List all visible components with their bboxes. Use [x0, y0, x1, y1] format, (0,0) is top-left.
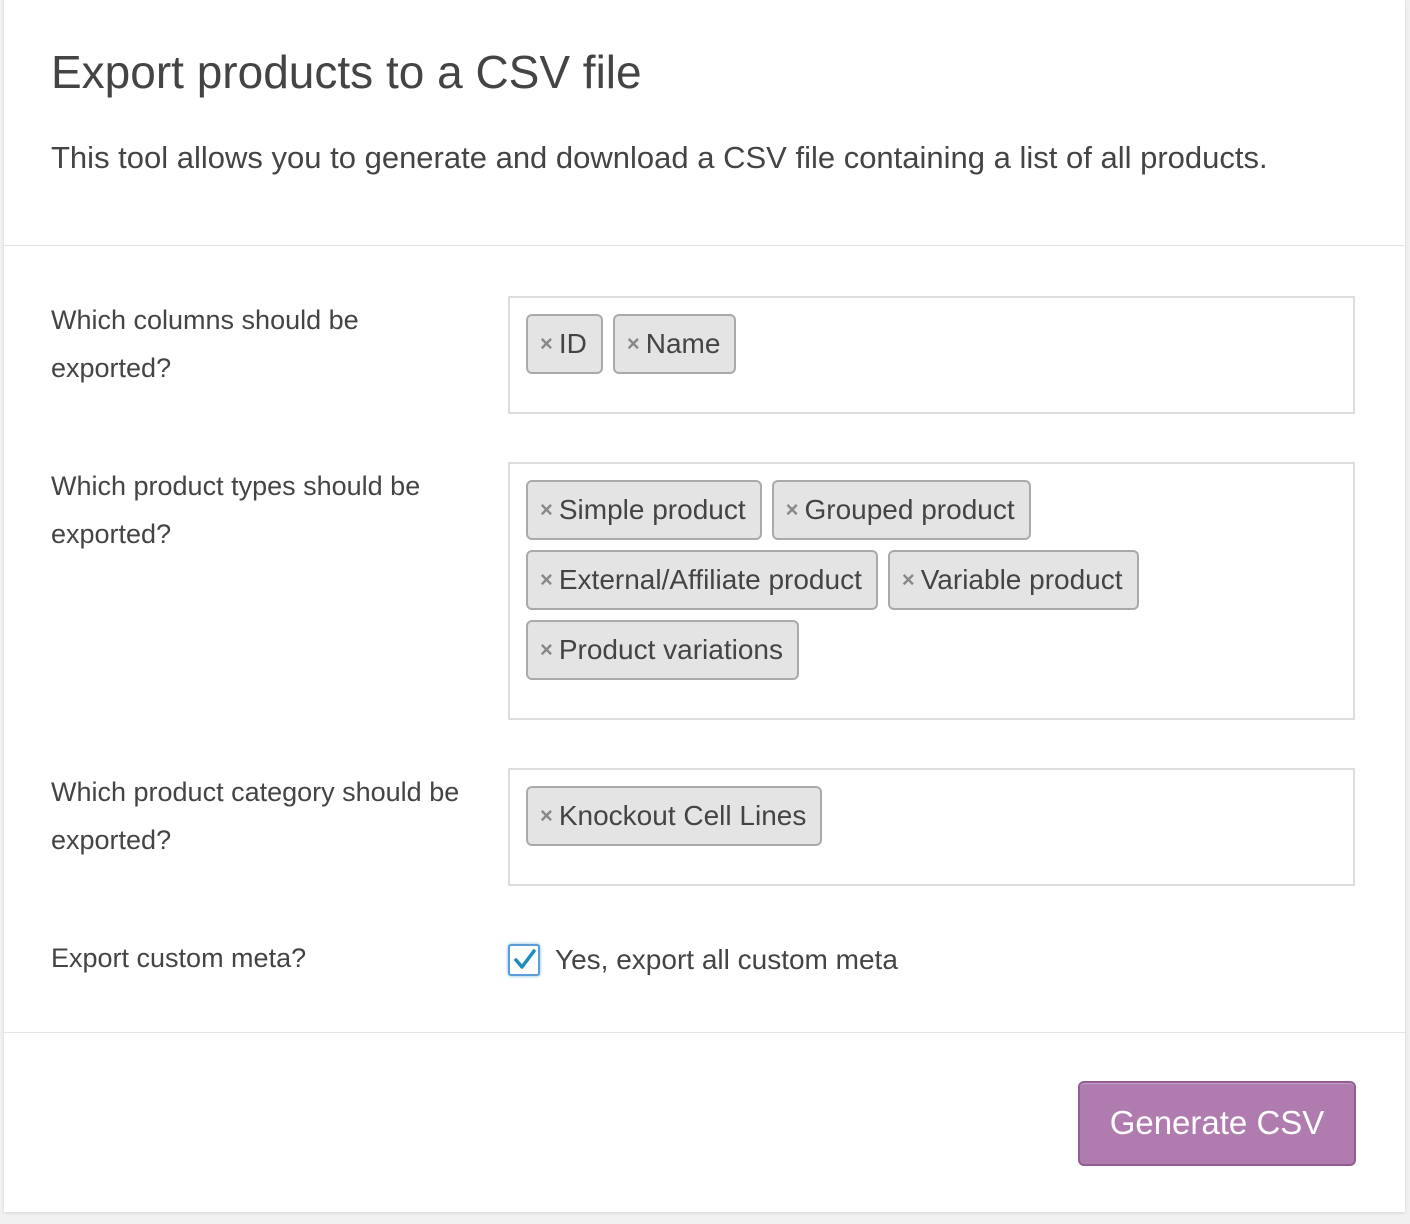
generate-csv-button[interactable]: Generate CSV: [1078, 1081, 1356, 1166]
token-label: External/Affiliate product: [558, 564, 862, 595]
token-label: ID: [558, 328, 587, 359]
close-icon[interactable]: ×: [786, 497, 799, 523]
checkmark-icon: [514, 949, 536, 969]
token-grouped-product: × Grouped product: [771, 480, 1031, 540]
panel-footer: Generate CSV: [4, 1032, 1405, 1166]
custom-meta-checkbox[interactable]: [508, 944, 540, 976]
category-select[interactable]: × Knockout Cell Lines: [508, 768, 1355, 886]
close-icon[interactable]: ×: [902, 567, 915, 593]
token-variable-product: × Variable product: [887, 550, 1139, 610]
token-external-product: × External/Affiliate product: [526, 550, 878, 610]
token-label: Grouped product: [804, 494, 1015, 525]
token-label: Name: [645, 328, 721, 359]
token-name: × Name: [612, 314, 737, 374]
token-label: Knockout Cell Lines: [558, 800, 807, 831]
close-icon[interactable]: ×: [540, 497, 553, 523]
close-icon[interactable]: ×: [540, 803, 553, 829]
page-description: This tool allows you to generate and dow…: [51, 140, 1268, 175]
columns-label: Which columns should be exported?: [51, 305, 359, 383]
custom-meta-checkbox-label[interactable]: Yes, export all custom meta: [555, 936, 898, 984]
page-title: Export products to a CSV file: [51, 46, 642, 98]
panel-header: Export products to a CSV file This tool …: [4, 0, 1405, 246]
token-label: Simple product: [558, 494, 746, 525]
columns-select[interactable]: × ID × Name: [508, 296, 1355, 414]
export-panel: Export products to a CSV file This tool …: [4, 0, 1405, 1212]
custom-meta-label: Export custom meta?: [51, 943, 307, 973]
token-id: × ID: [526, 314, 603, 374]
token-label: Product variations: [558, 634, 783, 665]
token-knockout-cell-lines: × Knockout Cell Lines: [526, 786, 823, 846]
token-label: Variable product: [920, 564, 1123, 595]
category-label: Which product category should be exporte…: [51, 777, 460, 855]
token-product-variations: × Product variations: [526, 620, 799, 680]
token-simple-product: × Simple product: [526, 480, 762, 540]
close-icon[interactable]: ×: [627, 331, 640, 357]
close-icon[interactable]: ×: [540, 331, 553, 357]
close-icon[interactable]: ×: [540, 567, 553, 593]
product-types-select[interactable]: × Simple product × Grouped product × External…: [508, 462, 1355, 720]
close-icon[interactable]: ×: [540, 637, 553, 663]
product-types-label: Which product types should be exported?: [51, 471, 421, 549]
